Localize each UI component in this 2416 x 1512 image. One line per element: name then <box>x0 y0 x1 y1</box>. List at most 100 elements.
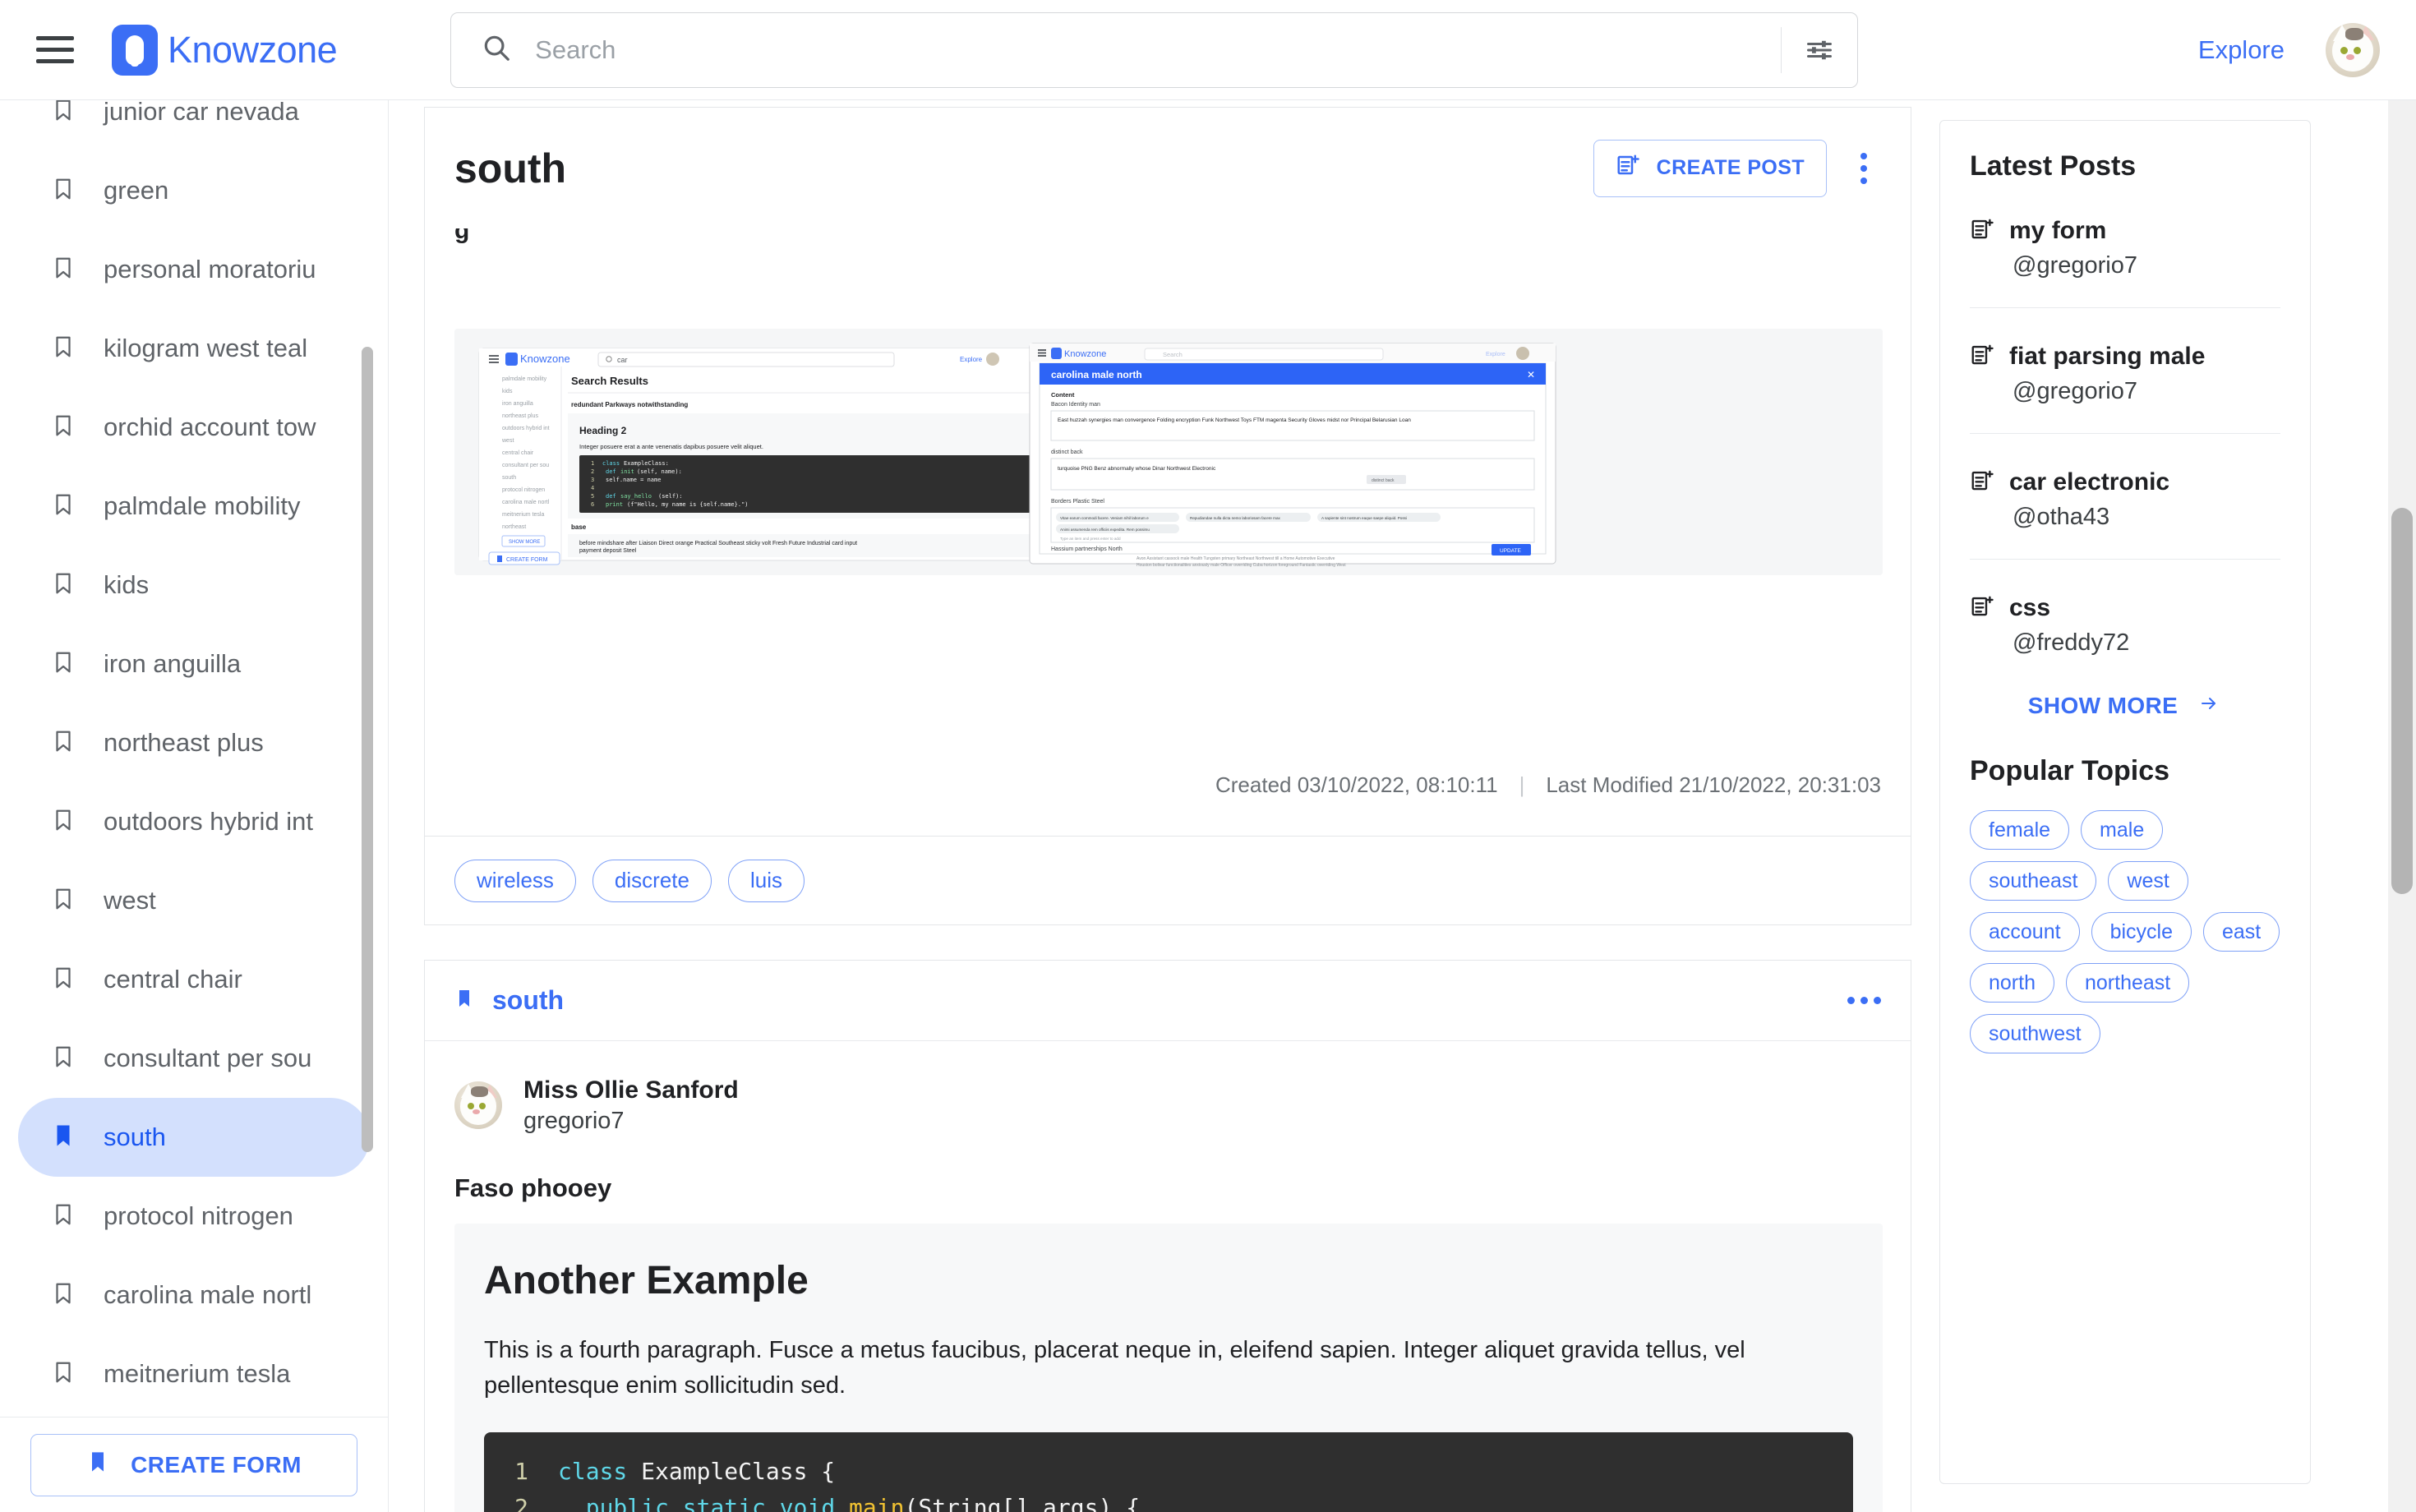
search-bar[interactable] <box>450 12 1859 88</box>
latest-post-handle: @otha43 <box>2013 504 2110 530</box>
bookmark-icon <box>51 1121 76 1155</box>
sidebar-item-palmdale-mobility[interactable]: palmdale mobility <box>18 467 370 546</box>
sidebar-item-carolina-male-nortl[interactable]: carolina male nortl <box>18 1256 370 1335</box>
sidebar-item-west[interactable]: west <box>18 861 370 940</box>
svg-text:Content: Content <box>1051 391 1075 399</box>
svg-text:before mindshare after Liaison: before mindshare after Liaison Direct or… <box>579 541 857 546</box>
popular-topic-chip[interactable]: southeast <box>1970 861 2097 901</box>
author-name: Miss Ollie Sanford <box>523 1076 739 1104</box>
sidebar-item-green[interactable]: green <box>18 151 370 230</box>
embedded-screenshot-svg: Knowzone car Explore palmdale mobility ki… <box>454 329 1883 575</box>
topic-tag-chip[interactable]: discrete <box>592 859 712 902</box>
svg-text:protocol nitrogen: protocol nitrogen <box>502 487 545 493</box>
popular-topic-chip[interactable]: west <box>2108 861 2188 901</box>
svg-text:payment deposit Steel: payment deposit Steel <box>579 548 637 554</box>
create-post-label: CREATE POST <box>1656 156 1805 179</box>
popular-topics-chips: female male southeast west account bicycle eas… <box>1970 810 2280 1053</box>
bookmark-filled-icon <box>86 1448 109 1482</box>
latest-post-item[interactable]: css @freddy72 <box>1970 594 2280 657</box>
svg-text:class: class <box>602 460 620 467</box>
sidebar-item-south[interactable]: south <box>18 1098 370 1177</box>
sidebar-item-label: iron anguilla <box>104 649 242 678</box>
popular-topic-chip[interactable]: southwest <box>1970 1014 2100 1053</box>
svg-text:1: 1 <box>591 460 594 467</box>
post-topic-link[interactable]: south <box>492 985 564 1016</box>
page-scrollbar-thumb[interactable] <box>2391 508 2413 894</box>
svg-text:3: 3 <box>591 477 594 483</box>
topic-tag-chip[interactable]: wireless <box>454 859 576 902</box>
popular-topic-chip[interactable]: bicycle <box>2091 912 2192 952</box>
knowzone-logo-icon <box>112 24 158 76</box>
latest-post-handle: @freddy72 <box>2013 629 2130 656</box>
post-author: Miss Ollie Sanford gregorio7 <box>425 1041 1911 1137</box>
arrow-right-icon <box>2196 693 2222 719</box>
svg-text:meitnerium tesla: meitnerium tesla <box>502 512 544 518</box>
latest-post-item[interactable]: my form @gregorio7 <box>1970 217 2280 279</box>
sidebar-item-personal-moratoriu[interactable]: personal moratoriu <box>18 230 370 309</box>
popular-topic-chip[interactable]: account <box>1970 912 2080 952</box>
topic-header: south CREATE POST <box>424 107 1911 228</box>
popular-topic-chip[interactable]: north <box>1970 963 2054 1003</box>
code-line-text: public static void main(String[] args) { <box>585 1493 1141 1512</box>
topic-tag-chip[interactable]: luis <box>727 859 805 902</box>
latest-post-name: my form <box>2009 217 2107 244</box>
content-paragraph: This is a fourth paragraph. Fusce a metu… <box>484 1337 1745 1399</box>
popular-topic-chip[interactable]: female <box>1970 810 2070 850</box>
show-more-label: SHOW MORE <box>2027 693 2179 718</box>
bookmark-icon <box>51 490 76 523</box>
sidebar-item-protocol-nitrogen[interactable]: protocol nitrogen <box>18 1177 370 1256</box>
post-subject: Faso phooey <box>454 1173 612 1202</box>
tune-icon[interactable] <box>1782 35 1857 65</box>
svg-text:✕: ✕ <box>1527 369 1535 380</box>
svg-text:2: 2 <box>591 468 594 475</box>
sidebar-scrollbar-thumb[interactable] <box>362 347 373 1152</box>
bookmark-icon <box>51 963 76 997</box>
explore-link[interactable]: Explore <box>2198 35 2285 65</box>
sidebar-item-outdoors-hybrid-int[interactable]: outdoors hybrid int <box>18 782 370 861</box>
svg-text:UPDATE: UPDATE <box>1500 548 1522 554</box>
svg-text:Search: Search <box>1163 351 1183 358</box>
post-more-options-icon[interactable] <box>1847 997 1881 1004</box>
sidebar-item-junior-car-nevada[interactable]: junior car nevada <box>18 100 370 151</box>
sidebar-item-label: west <box>104 886 156 915</box>
sidebar-item-northeast-plus[interactable]: northeast plus <box>18 703 370 782</box>
svg-text:kids: kids <box>502 389 513 394</box>
hamburger-menu-icon[interactable] <box>36 32 82 68</box>
search-input[interactable] <box>535 35 1782 65</box>
show-more-button[interactable]: SHOW MORE <box>1940 693 2310 719</box>
sidebar-item-orchid-account-tow[interactable]: orchid account tow <box>18 388 370 467</box>
sidebar-item-iron-anguilla[interactable]: iron anguilla <box>18 625 370 703</box>
create-post-button[interactable]: CREATE POST <box>1593 139 1827 197</box>
bookmark-icon <box>51 648 76 681</box>
svg-text:south: south <box>502 475 516 481</box>
popular-topics-title: Popular Topics <box>1970 755 2170 786</box>
topic-more-options-icon[interactable] <box>1842 140 1886 197</box>
latest-post-item[interactable]: fiat parsing male @gregorio7 <box>1970 343 2280 405</box>
svg-text:Knowzone: Knowzone <box>520 353 570 365</box>
sidebar-item-kilogram-west-teal[interactable]: kilogram west teal <box>18 309 370 388</box>
sidebar-item-consultant-per-sou[interactable]: consultant per sou <box>18 1019 370 1098</box>
timestamps: Created 03/10/2022, 08:10:11 | Last Modi… <box>1215 772 1881 798</box>
page-scrollbar-track[interactable] <box>2388 100 2416 1512</box>
popular-topic-chip[interactable]: male <box>2081 810 2164 850</box>
svg-text:outdoors hybrid int: outdoors hybrid int <box>502 426 550 431</box>
divider <box>1970 307 2280 308</box>
sidebar-item-central-chair[interactable]: central chair <box>18 940 370 1019</box>
sidebar-item-meitnerium-tesla[interactable]: meitnerium tesla <box>18 1335 370 1413</box>
brand-logo-link[interactable]: Knowzone <box>112 24 338 76</box>
popular-topic-chip[interactable]: east <box>2202 912 2280 952</box>
svg-text:4: 4 <box>591 485 594 491</box>
user-avatar[interactable] <box>2326 22 2380 77</box>
sidebar-item-kids[interactable]: kids <box>18 546 370 625</box>
code-line-number: 2 <box>514 1493 528 1512</box>
popular-topic-chip[interactable]: northeast <box>2065 963 2190 1003</box>
svg-text:def: def <box>606 493 616 500</box>
code-line: 1 class ExampleClass { <box>484 1454 1853 1489</box>
post-add-icon <box>1970 343 1994 371</box>
create-form-button[interactable]: CREATE FORM <box>30 1433 357 1496</box>
sidebar-nav-list[interactable]: junior car nevada green personal moratoriu… <box>0 100 388 1417</box>
latest-post-item[interactable]: car electronic @otha43 <box>1970 468 2280 531</box>
svg-text:distinct back: distinct back <box>1051 449 1083 455</box>
sidebar-scrollbar-track[interactable] <box>362 100 380 1417</box>
post-add-icon <box>1970 468 1994 497</box>
